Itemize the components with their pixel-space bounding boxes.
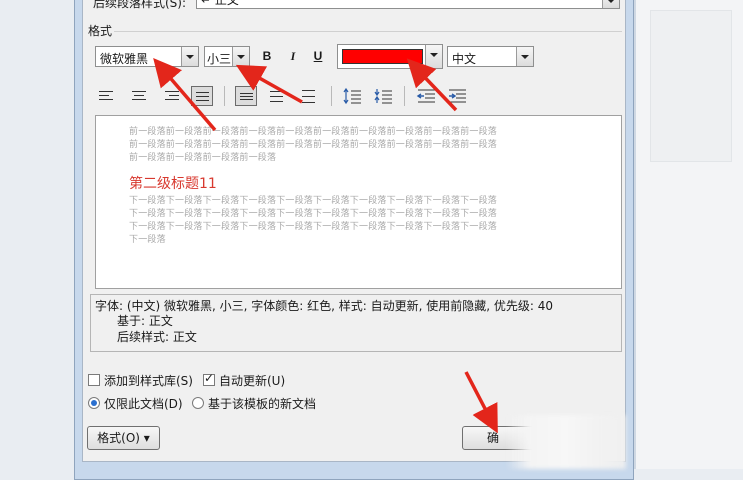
annotation-arrows xyxy=(153,58,498,434)
arrow-to-font-name xyxy=(153,58,217,132)
arrow-to-font-color xyxy=(406,58,458,112)
arrow-to-ok-button xyxy=(464,371,498,434)
arrow-to-font-size xyxy=(235,64,303,104)
